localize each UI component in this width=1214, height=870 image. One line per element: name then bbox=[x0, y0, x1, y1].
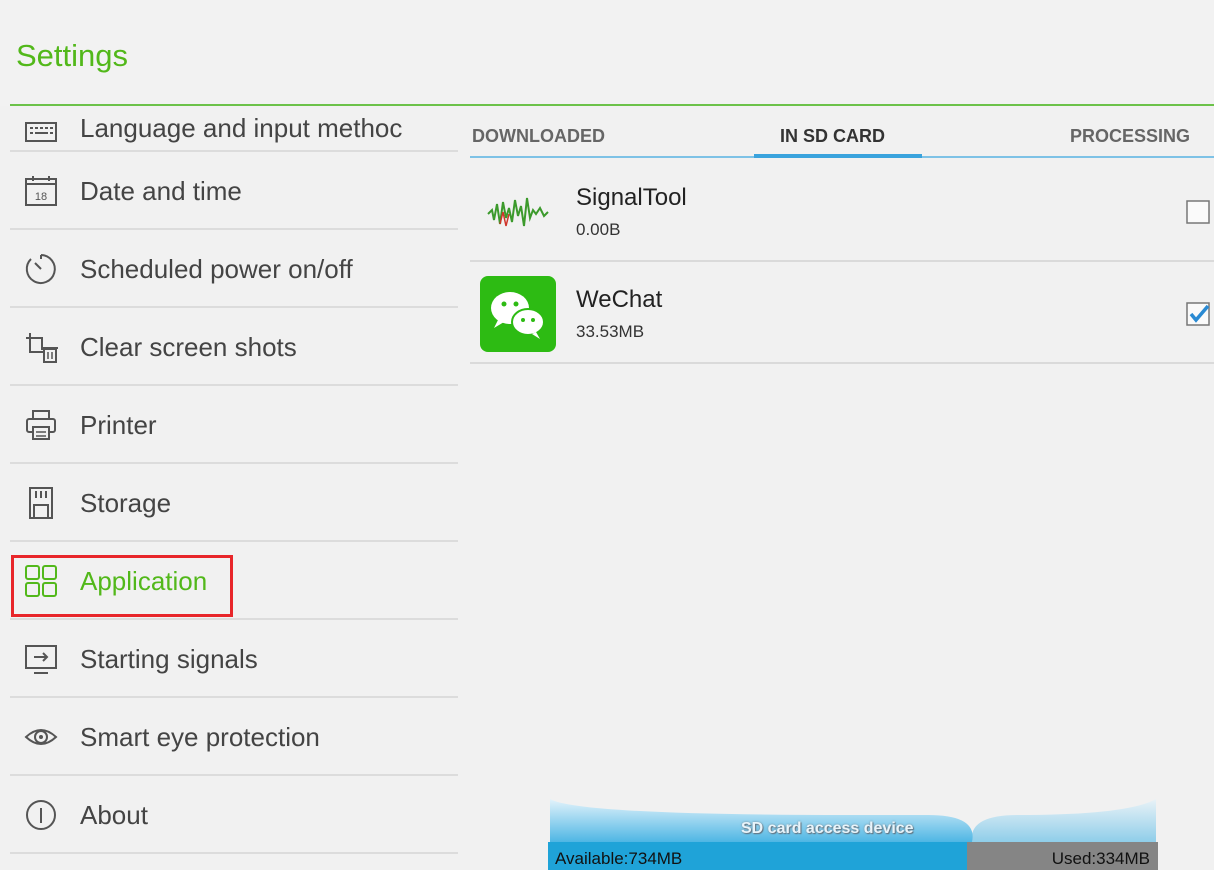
eye-icon bbox=[24, 729, 58, 745]
app-tabs: DOWNLOADED IN SD CARD PROCESSING bbox=[470, 108, 1214, 160]
app-name: WeChat bbox=[576, 286, 663, 313]
sidebar-item-label: About bbox=[80, 800, 148, 830]
tab-in-sd-card[interactable]: IN SD CARD bbox=[780, 126, 885, 147]
sidebar-item-label: Date and time bbox=[80, 176, 242, 206]
settings-header: Settings bbox=[0, 0, 1214, 106]
sidebar-item-scheduled-power[interactable]: Scheduled power on/off bbox=[10, 230, 458, 308]
app-size: 0.00B bbox=[576, 220, 621, 239]
wechat-icon bbox=[480, 276, 556, 352]
sidebar-item-starting-signals[interactable]: Starting signals bbox=[10, 620, 458, 698]
storage-caption: SD card access device bbox=[741, 820, 914, 837]
signal-waveform-icon bbox=[487, 197, 549, 227]
sidebar-item-about[interactable]: About bbox=[10, 776, 458, 854]
sd-card-icon bbox=[29, 487, 53, 519]
calendar-icon: 18 bbox=[25, 176, 57, 206]
sidebar-item-label: Storage bbox=[80, 488, 172, 518]
sidebar-item-label: Printer bbox=[80, 410, 157, 440]
storage-usage-bar: Available:734MB Used:334MB bbox=[548, 842, 1158, 870]
timer-icon bbox=[25, 254, 56, 284]
sd-storage-indicator: SD card access device Available:734MB Us… bbox=[548, 795, 1158, 870]
sidebar-item-storage[interactable]: Storage bbox=[10, 464, 458, 542]
select-checkbox[interactable] bbox=[1186, 200, 1210, 224]
settings-sidebar: Language and input methoc 18 Date and ti… bbox=[10, 106, 458, 870]
sidebar-item-clear-screenshots[interactable]: Clear screen shots bbox=[10, 308, 458, 386]
sidebar-item-label: Language and input methoc bbox=[80, 113, 403, 143]
select-checkbox-checked[interactable] bbox=[1186, 302, 1210, 326]
storage-used-label: Used:334MB bbox=[1051, 849, 1150, 868]
sidebar-item-label: Smart eye protection bbox=[80, 722, 320, 752]
sidebar-item-language[interactable]: Language and input methoc bbox=[10, 106, 458, 152]
crop-trash-icon bbox=[26, 333, 58, 363]
tab-processing[interactable]: PROCESSING bbox=[1070, 126, 1190, 147]
active-tab-indicator bbox=[754, 154, 922, 158]
info-icon bbox=[26, 800, 56, 830]
list-item[interactable]: WeChat 33.53MB bbox=[470, 264, 1214, 364]
app-name: SignalTool bbox=[576, 184, 687, 211]
sidebar-item-date-time[interactable]: 18 Date and time bbox=[10, 152, 458, 230]
sidebar-item-label: Clear screen shots bbox=[80, 332, 297, 362]
list-item[interactable]: SignalTool 0.00B bbox=[470, 162, 1214, 262]
selection-highlight bbox=[11, 555, 233, 617]
input-signal-icon bbox=[25, 645, 57, 674]
svg-text:18: 18 bbox=[35, 191, 47, 203]
app-size: 33.53MB bbox=[576, 322, 645, 341]
storage-available-label: Available:734MB bbox=[555, 849, 683, 868]
keyboard-icon bbox=[25, 122, 57, 142]
sidebar-item-label: Starting signals bbox=[80, 644, 258, 674]
sidebar-item-eye-protection[interactable]: Smart eye protection bbox=[10, 698, 458, 776]
printer-icon bbox=[26, 410, 56, 440]
sidebar-item-printer[interactable]: Printer bbox=[10, 386, 458, 464]
sidebar-item-label: Scheduled power on/off bbox=[80, 254, 353, 284]
tab-downloaded[interactable]: DOWNLOADED bbox=[472, 126, 605, 147]
page-title: Settings bbox=[16, 38, 129, 73]
